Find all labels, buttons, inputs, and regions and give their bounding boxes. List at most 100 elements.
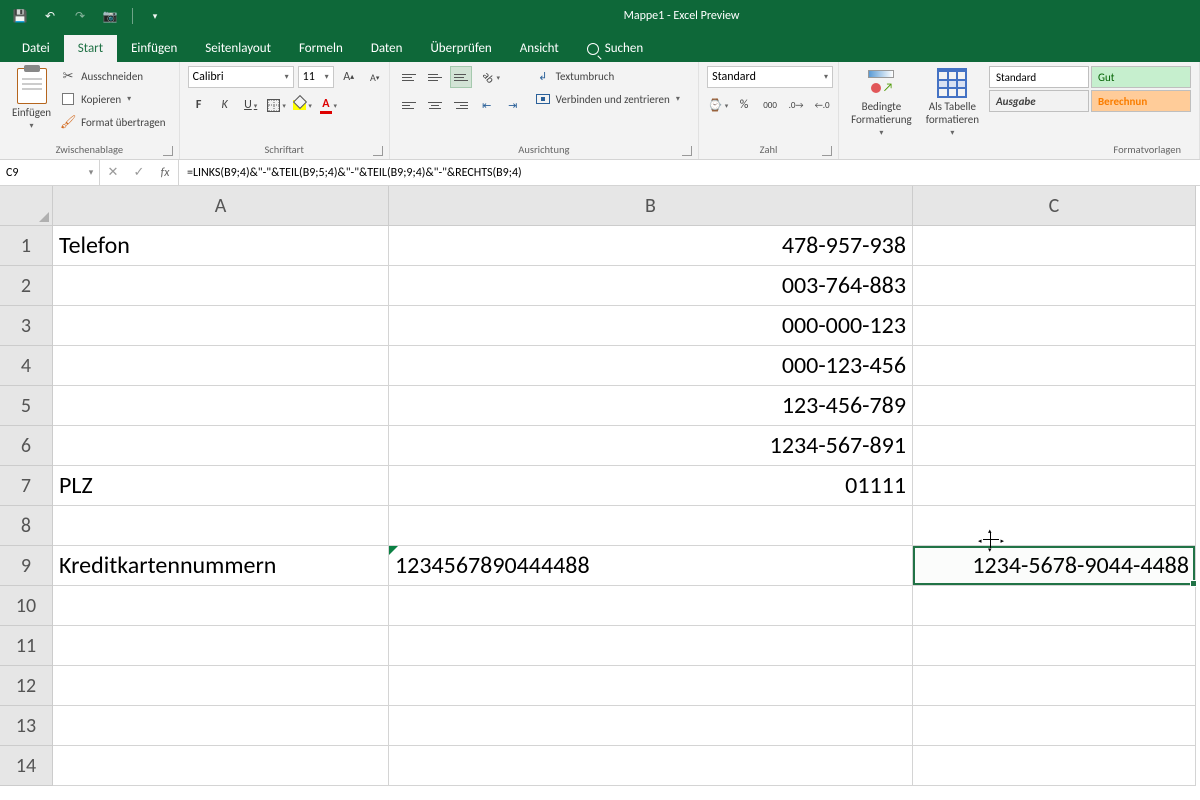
undo-icon[interactable]: ↶: [42, 8, 58, 24]
insert-function-button[interactable]: fx: [152, 166, 178, 180]
paste-button[interactable]: Einfügen ▾: [8, 66, 55, 133]
cell-B10[interactable]: [389, 586, 913, 626]
column-header-B[interactable]: B: [389, 186, 913, 226]
row-header-7[interactable]: 7: [0, 466, 53, 506]
worksheet-grid[interactable]: ABC 1234567891011121314 Telefon478-957-9…: [0, 186, 1200, 800]
orientation-button[interactable]: ab▾: [476, 66, 508, 88]
cell-C4[interactable]: [913, 346, 1196, 386]
wrap-text-button[interactable]: ↲ Textumbruch: [536, 66, 680, 86]
dialog-launcher-icon[interactable]: [373, 146, 383, 156]
cell-C10[interactable]: [913, 586, 1196, 626]
cell-B6[interactable]: 1234-567-891: [389, 426, 913, 466]
row-header-13[interactable]: 13: [0, 706, 53, 746]
cell-A5[interactable]: [53, 386, 389, 426]
cell-B12[interactable]: [389, 666, 913, 706]
cancel-formula-button[interactable]: ✕: [100, 165, 126, 180]
name-box[interactable]: C9 ▾: [0, 160, 100, 185]
cell-A11[interactable]: [53, 626, 389, 666]
copy-button[interactable]: Kopieren ▾: [61, 89, 165, 109]
row-header-14[interactable]: 14: [0, 746, 53, 786]
cell-A1[interactable]: Telefon: [53, 226, 389, 266]
font-size-combo[interactable]: 11▾: [298, 66, 334, 88]
cell-C2[interactable]: [913, 266, 1196, 306]
format-as-table-button[interactable]: Als Tabelle formatieren ▾: [922, 66, 983, 140]
align-left-button[interactable]: [398, 94, 420, 116]
row-header-6[interactable]: 6: [0, 426, 53, 466]
number-format-combo[interactable]: Standard▾: [707, 66, 833, 88]
align-top-button[interactable]: [398, 66, 420, 88]
select-all-button[interactable]: [0, 186, 53, 226]
cell-C1[interactable]: [913, 226, 1196, 266]
cell-C13[interactable]: [913, 706, 1196, 746]
align-center-button[interactable]: [424, 94, 446, 116]
cell-style-gut[interactable]: Gut: [1091, 66, 1191, 88]
cell-A3[interactable]: [53, 306, 389, 346]
cell-B1[interactable]: 478-957-938: [389, 226, 913, 266]
conditional-formatting-button[interactable]: ↗ Bedingte Formatierung ▾: [847, 66, 916, 140]
bold-button[interactable]: F: [188, 94, 210, 116]
cell-B9[interactable]: 1234567890444488: [389, 546, 913, 586]
save-icon[interactable]: 💾: [12, 8, 28, 24]
cell-A6[interactable]: [53, 426, 389, 466]
dialog-launcher-icon[interactable]: [163, 146, 173, 156]
column-header-A[interactable]: A: [53, 186, 389, 226]
cell-C3[interactable]: [913, 306, 1196, 346]
enter-formula-button[interactable]: ✓: [126, 165, 152, 180]
cell-B5[interactable]: 123-456-789: [389, 386, 913, 426]
tab-ansicht[interactable]: Ansicht: [506, 35, 573, 62]
decrease-font-button[interactable]: A▾: [364, 66, 386, 88]
cell-C11[interactable]: [913, 626, 1196, 666]
row-header-9[interactable]: 9: [0, 546, 53, 586]
increase-indent-button[interactable]: ⇥: [502, 94, 524, 116]
cell-B3[interactable]: 000-000-123: [389, 306, 913, 346]
cell-B13[interactable]: [389, 706, 913, 746]
cell-A10[interactable]: [53, 586, 389, 626]
redo-icon[interactable]: ↷: [72, 8, 88, 24]
tab-datei[interactable]: Datei: [8, 35, 64, 62]
cell-A14[interactable]: [53, 746, 389, 786]
cell-A7[interactable]: PLZ: [53, 466, 389, 506]
camera-icon[interactable]: 📷: [102, 8, 118, 24]
align-bottom-button[interactable]: [450, 66, 472, 88]
font-color-button[interactable]: A▾: [318, 94, 340, 116]
tab-ueberpruefen[interactable]: Überprüfen: [416, 35, 505, 62]
cell-C9[interactable]: 1234-5678-9044-4488: [913, 546, 1196, 586]
accounting-format-button[interactable]: ⌚▾: [707, 94, 729, 116]
increase-font-button[interactable]: A▴: [338, 66, 360, 88]
decrease-decimal-button[interactable]: ←.0: [811, 94, 833, 116]
cell-style-standard[interactable]: Standard: [989, 66, 1089, 88]
cell-A8[interactable]: [53, 506, 389, 546]
cell-A13[interactable]: [53, 706, 389, 746]
cell-B11[interactable]: [389, 626, 913, 666]
row-header-5[interactable]: 5: [0, 386, 53, 426]
percent-format-button[interactable]: %: [733, 94, 755, 116]
merge-center-button[interactable]: Verbinden und zentrieren ▾: [536, 89, 680, 109]
row-header-1[interactable]: 1: [0, 226, 53, 266]
cell-C12[interactable]: [913, 666, 1196, 706]
format-painter-button[interactable]: 🖌 Format übertragen: [61, 112, 165, 132]
cell-style-ausgabe[interactable]: Ausgabe: [989, 90, 1089, 112]
decrease-indent-button[interactable]: ⇤: [476, 94, 498, 116]
cell-C7[interactable]: [913, 466, 1196, 506]
tab-daten[interactable]: Daten: [357, 35, 417, 62]
dialog-launcher-icon[interactable]: [822, 146, 832, 156]
customize-qat-icon[interactable]: ▾: [147, 8, 163, 24]
align-middle-button[interactable]: [424, 66, 446, 88]
row-header-10[interactable]: 10: [0, 586, 53, 626]
row-header-12[interactable]: 12: [0, 666, 53, 706]
borders-button[interactable]: ▾: [266, 94, 288, 116]
dialog-launcher-icon[interactable]: [682, 146, 692, 156]
cell-B7[interactable]: 01111: [389, 466, 913, 506]
fill-color-button[interactable]: ▾: [292, 94, 314, 116]
tell-me-search[interactable]: Suchen: [573, 35, 657, 62]
cell-style-berechnung[interactable]: Berechnun: [1091, 90, 1191, 112]
tab-formeln[interactable]: Formeln: [285, 35, 357, 62]
cell-B2[interactable]: 003-764-883: [389, 266, 913, 306]
row-header-4[interactable]: 4: [0, 346, 53, 386]
cell-B4[interactable]: 000-123-456: [389, 346, 913, 386]
underline-button[interactable]: U▾: [240, 94, 262, 116]
thousands-format-button[interactable]: 000: [759, 94, 781, 116]
cut-button[interactable]: ✂ Ausschneiden: [61, 66, 165, 86]
cell-A2[interactable]: [53, 266, 389, 306]
cell-A12[interactable]: [53, 666, 389, 706]
